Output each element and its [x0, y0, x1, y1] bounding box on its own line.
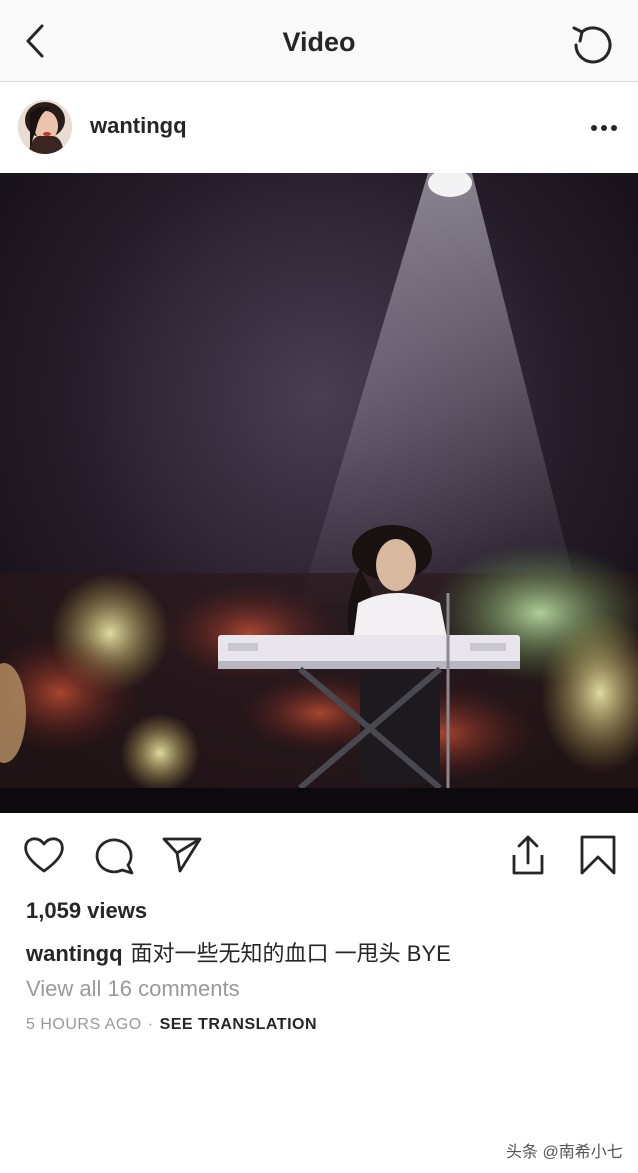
send-icon	[162, 837, 202, 873]
view-comments-link[interactable]: View all 16 comments	[26, 976, 240, 1002]
refresh-button[interactable]	[568, 18, 618, 68]
post-meta: 5 HOURS AGO · SEE TRANSLATION	[26, 1016, 317, 1034]
post-header: wantingq	[0, 83, 638, 173]
video-player[interactable]	[0, 173, 638, 813]
caption-username[interactable]: wantingq	[26, 941, 123, 966]
more-horizontal-icon	[591, 125, 617, 131]
watermark: 头条 @南希小七	[506, 1144, 623, 1161]
post-username[interactable]: wantingq	[90, 113, 187, 139]
heart-icon	[24, 837, 64, 873]
bookmark-icon	[580, 835, 616, 875]
action-bar	[0, 813, 638, 893]
caption: wantingq 面对一些无知的血口 一甩头 BYE	[26, 936, 451, 968]
timestamp: 5 HOURS AGO	[26, 1016, 142, 1033]
comment-icon	[95, 838, 134, 875]
caption-text: 面对一些无知的血口 一甩头 BYE	[130, 941, 451, 966]
avatar-image	[18, 100, 72, 154]
more-options-button[interactable]	[584, 113, 624, 143]
upload-icon	[512, 835, 544, 875]
meta-separator: ·	[147, 1016, 154, 1033]
view-count: 1,059 views	[26, 898, 148, 923]
upload-button[interactable]	[506, 833, 550, 877]
refresh-icon	[572, 26, 612, 64]
like-button[interactable]	[22, 833, 66, 877]
nav-bar: Video	[0, 0, 638, 82]
page-title: Video	[282, 27, 356, 57]
comment-button[interactable]	[92, 833, 136, 877]
save-button[interactable]	[576, 833, 620, 877]
video-frame	[0, 173, 638, 813]
see-translation-link[interactable]: SEE TRANSLATION	[160, 1016, 317, 1033]
share-button[interactable]	[160, 833, 204, 877]
avatar[interactable]	[18, 100, 72, 154]
